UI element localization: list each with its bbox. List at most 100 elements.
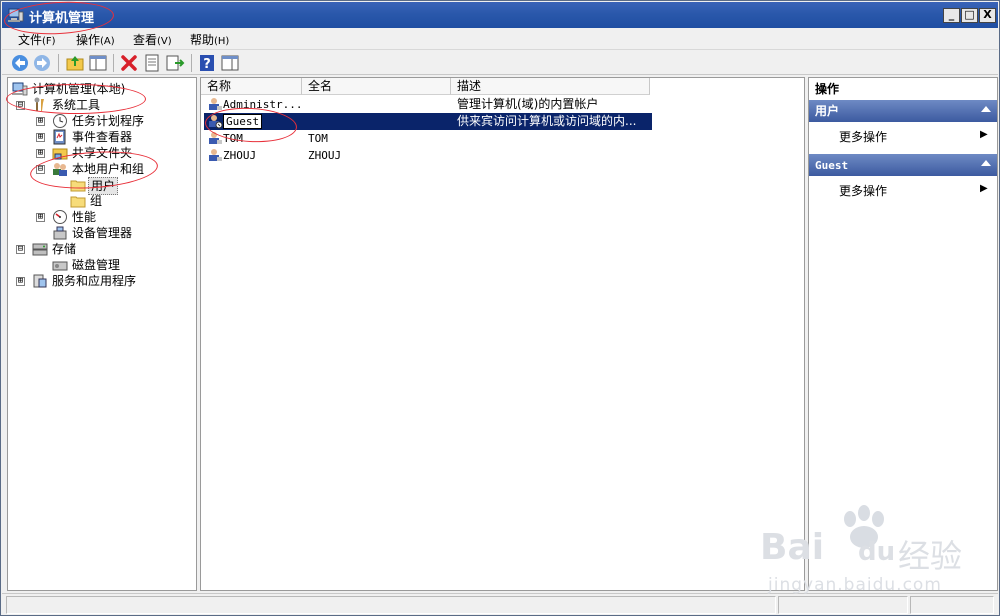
- tree-label-system-tools: 系统工具: [52, 98, 101, 112]
- folder-icon: [70, 196, 86, 208]
- tree-item-groups[interactable]: 组: [10, 193, 196, 209]
- delete-icon[interactable]: [119, 53, 139, 73]
- status-cell-main: [6, 596, 776, 614]
- column-header-full-name[interactable]: 全名: [302, 78, 451, 95]
- user-name: TOM: [223, 132, 243, 145]
- expander-expanded[interactable]: ⊟: [16, 101, 25, 110]
- properties-icon[interactable]: [142, 53, 162, 73]
- watermark-url: jingyan.baidu.com: [768, 575, 942, 595]
- watermark-cn: 经验: [898, 537, 963, 575]
- column-header-name[interactable]: 名称: [201, 78, 302, 95]
- user-description: 供来宾访问计算机或访问域的内...: [457, 114, 637, 128]
- tree-label-storage: 存储: [52, 242, 77, 256]
- action-more-actions-users[interactable]: 更多操作: [839, 128, 887, 145]
- folder-icon: [70, 180, 86, 192]
- toolbar-separator: [113, 54, 114, 72]
- close-button[interactable]: X: [979, 8, 996, 23]
- up-folder-icon[interactable]: [65, 53, 85, 73]
- collapse-arrow-icon[interactable]: [981, 160, 991, 166]
- export-list-icon[interactable]: [165, 53, 185, 73]
- user-icon: [209, 98, 222, 110]
- watermark-brand-end: du: [858, 537, 896, 567]
- tree-item-event-viewer[interactable]: ⊞ 事件查看器: [10, 129, 196, 145]
- menu-file-hotkey: (F): [42, 36, 56, 47]
- tree-item-users[interactable]: 用户: [10, 177, 196, 195]
- tree-label-local-users-groups: 本地用户和组: [72, 162, 145, 176]
- action-section-users[interactable]: 用户: [809, 100, 997, 122]
- disabled-user-icon: [209, 115, 223, 129]
- user-icon: [209, 132, 222, 144]
- menu-file-label: 文件: [18, 33, 43, 47]
- menu-bar: 文件(F) 操作(A) 查看(V) 帮助(H): [2, 28, 998, 50]
- svg-text:?: ?: [203, 57, 211, 72]
- tree-label-services-apps: 服务和应用程序: [52, 274, 137, 288]
- column-header-description[interactable]: 描述: [451, 78, 650, 95]
- toolbar: ?: [2, 51, 998, 75]
- action-item-label: 更多操作: [839, 184, 888, 198]
- action-more-actions-guest[interactable]: 更多操作: [839, 182, 887, 199]
- expander-collapsed[interactable]: ⊞: [36, 117, 45, 126]
- tree-item-shared-folders[interactable]: ⊞ 共享文件夹: [10, 145, 196, 161]
- expander-collapsed[interactable]: ⊞: [36, 149, 45, 158]
- menu-help-hotkey: (H): [214, 36, 230, 47]
- user-name: Administr...: [223, 98, 303, 111]
- submenu-arrow-icon: ▶: [980, 129, 988, 140]
- window-title: 计算机管理: [29, 11, 95, 26]
- tree-label-root: 计算机管理(本地): [32, 82, 126, 96]
- user-row-zhouj[interactable]: ZHOUJ ZHOUJ: [204, 147, 652, 164]
- tree-item-task-scheduler[interactable]: ⊞ 任务计划程序: [10, 113, 196, 129]
- title-bar[interactable]: 计算机管理 _ □ X: [2, 2, 998, 28]
- tree-item-storage[interactable]: ⊟ 存储: [10, 241, 196, 257]
- tree-label-disk-management: 磁盘管理: [72, 258, 121, 272]
- forward-arrow-icon[interactable]: [32, 53, 52, 73]
- expander-expanded[interactable]: ⊟: [36, 165, 45, 174]
- show-hide-action-pane-icon[interactable]: [220, 53, 240, 73]
- shared-folder-icon: [52, 148, 68, 160]
- computer-management-icon: [8, 8, 24, 22]
- tools-icon: [34, 97, 44, 111]
- minimize-button[interactable]: _: [943, 8, 960, 23]
- menu-help[interactable]: 帮助(H): [190, 31, 229, 48]
- expander-collapsed[interactable]: ⊞: [16, 277, 25, 286]
- show-hide-tree-icon[interactable]: [88, 53, 108, 73]
- watermark-brand: Bai: [760, 527, 825, 568]
- expander-collapsed[interactable]: ⊞: [36, 133, 45, 142]
- storage-icon: [32, 243, 48, 256]
- tree-label-task-scheduler: 任务计划程序: [72, 114, 145, 128]
- user-name-rename-box[interactable]: Guest: [223, 114, 263, 129]
- help-icon[interactable]: ?: [197, 53, 217, 73]
- tree-item-root[interactable]: 计算机管理(本地): [10, 81, 196, 97]
- action-section-label: Guest: [815, 159, 849, 172]
- user-row-administrator[interactable]: Administr... 管理计算机(域)的内置帐户: [204, 96, 652, 113]
- users-group-icon: [53, 163, 67, 176]
- maximize-button[interactable]: □: [961, 8, 978, 23]
- menu-file[interactable]: 文件(F): [18, 31, 56, 48]
- expander-expanded[interactable]: ⊟: [16, 245, 25, 254]
- menu-action[interactable]: 操作(A): [76, 31, 115, 48]
- tree-item-device-manager[interactable]: 设备管理器: [10, 225, 196, 241]
- tree-item-system-tools[interactable]: ⊟ 系统工具: [10, 97, 196, 113]
- back-arrow-icon[interactable]: [10, 53, 30, 73]
- clock-icon: [53, 114, 67, 128]
- tree-item-disk-management[interactable]: 磁盘管理: [10, 257, 196, 273]
- tree-item-services-apps[interactable]: ⊞ 服务和应用程序: [10, 273, 196, 289]
- expander-collapsed[interactable]: ⊞: [36, 213, 45, 222]
- disk-icon: [52, 261, 68, 271]
- action-item-label: 更多操作: [839, 130, 888, 144]
- menu-help-label: 帮助: [190, 33, 215, 47]
- performance-gauge-icon: [53, 210, 67, 224]
- actions-title: 操作: [809, 80, 997, 98]
- menu-view[interactable]: 查看(V): [133, 31, 172, 48]
- toolbar-separator: [191, 54, 192, 72]
- user-row-guest[interactable]: Guest 供来宾访问计算机或访问域的内...: [204, 113, 652, 130]
- services-icon: [33, 274, 47, 288]
- tree-item-local-users-groups[interactable]: ⊟ 本地用户和组: [10, 161, 196, 177]
- user-full-name: ZHOUJ: [308, 149, 342, 162]
- submenu-arrow-icon: ▶: [980, 183, 988, 194]
- action-section-guest[interactable]: Guest: [809, 154, 997, 176]
- tree-item-performance[interactable]: ⊞ 性能: [10, 209, 196, 225]
- collapse-arrow-icon[interactable]: [981, 106, 991, 112]
- user-row-tom[interactable]: TOM TOM: [204, 130, 652, 147]
- device-manager-icon: [53, 226, 67, 240]
- user-full-name: TOM: [308, 132, 328, 145]
